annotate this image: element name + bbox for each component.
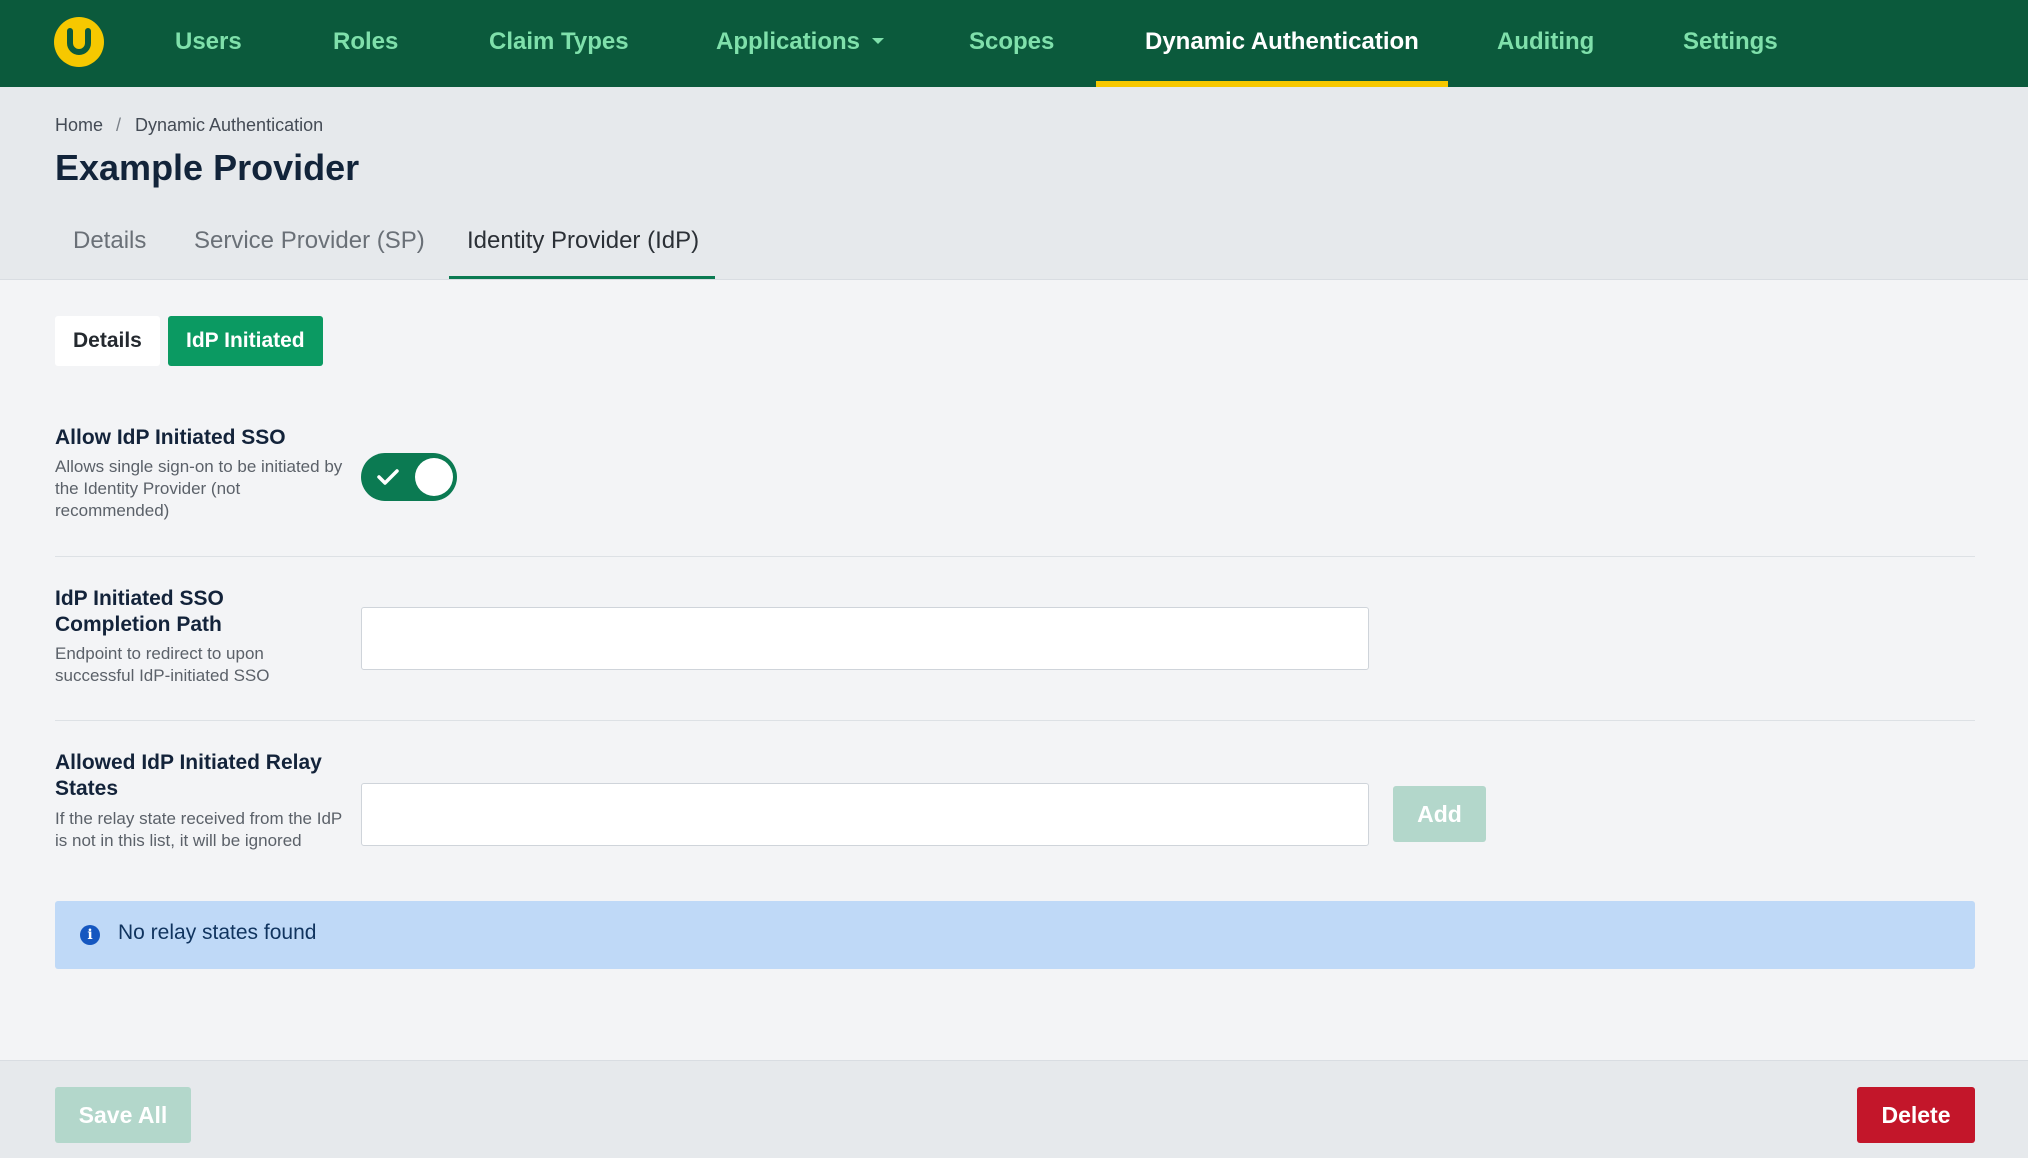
delete-button[interactable]: Delete (1857, 1087, 1975, 1143)
relay-states-label: Allowed IdP Initiated Relay States (55, 751, 322, 800)
empty-relay-states-message: No relay states found (118, 921, 317, 944)
completion-path-input[interactable] (361, 607, 1369, 670)
nav-item-auditing[interactable]: Auditing (1497, 0, 1594, 87)
relay-state-input[interactable] (361, 783, 1369, 846)
add-relay-state-button[interactable]: Add (1393, 786, 1486, 842)
subtab-idp-initiated[interactable]: IdP Initiated (168, 316, 323, 366)
breadcrumb-current: Dynamic Authentication (135, 115, 324, 135)
u-logo-icon[interactable] (54, 17, 104, 67)
page-footer: Save All Delete (0, 1060, 2028, 1158)
nav-item-applications[interactable]: Applications (716, 0, 885, 87)
tab-identity-provider[interactable]: Identity Provider (IdP) (467, 227, 699, 255)
info-icon: i (80, 925, 100, 945)
nav-item-users[interactable]: Users (175, 0, 242, 87)
main-content: Details IdP Initiated Allow IdP Initiate… (0, 280, 2028, 1060)
save-all-button[interactable]: Save All (55, 1087, 191, 1143)
completion-path-label: IdP Initiated SSO Completion Path (55, 587, 224, 636)
toggle-knob (415, 458, 453, 496)
section-divider (55, 556, 1975, 557)
active-tab-indicator (449, 276, 715, 279)
breadcrumb-home[interactable]: Home (55, 115, 103, 136)
empty-relay-states-alert: i No relay states found (55, 901, 1975, 969)
nav-item-scopes[interactable]: Scopes (969, 0, 1054, 87)
page-title: Example Provider (55, 147, 360, 188)
nav-item-settings[interactable]: Settings (1683, 0, 1778, 87)
allow-sso-description: Allows single sign-on to be initiated by… (55, 457, 343, 520)
relay-states-description: If the relay state received from the IdP… (55, 809, 342, 850)
nav-item-applications-label: Applications (716, 28, 861, 55)
section-divider (55, 720, 1975, 721)
subtab-details[interactable]: Details (55, 316, 160, 366)
chevron-down-icon (872, 37, 885, 44)
tab-service-provider[interactable]: Service Provider (SP) (194, 227, 425, 255)
allow-sso-label: Allow IdP Initiated SSO (55, 426, 286, 449)
nav-item-dynamic-authentication[interactable]: Dynamic Authentication (1145, 0, 1419, 87)
tab-details[interactable]: Details (73, 227, 146, 255)
breadcrumb-separator: / (116, 115, 122, 135)
nav-item-roles[interactable]: Roles (333, 0, 398, 87)
check-icon (377, 469, 399, 485)
top-navigation: Users Roles Claim Types Applications Sco… (0, 0, 2028, 87)
completion-path-description: Endpoint to redirect to upon successful … (55, 644, 270, 685)
page-header: Home / Dynamic Authentication Example Pr… (0, 87, 2028, 280)
nav-item-claim-types[interactable]: Claim Types (489, 0, 629, 87)
allow-sso-toggle[interactable] (361, 453, 457, 501)
